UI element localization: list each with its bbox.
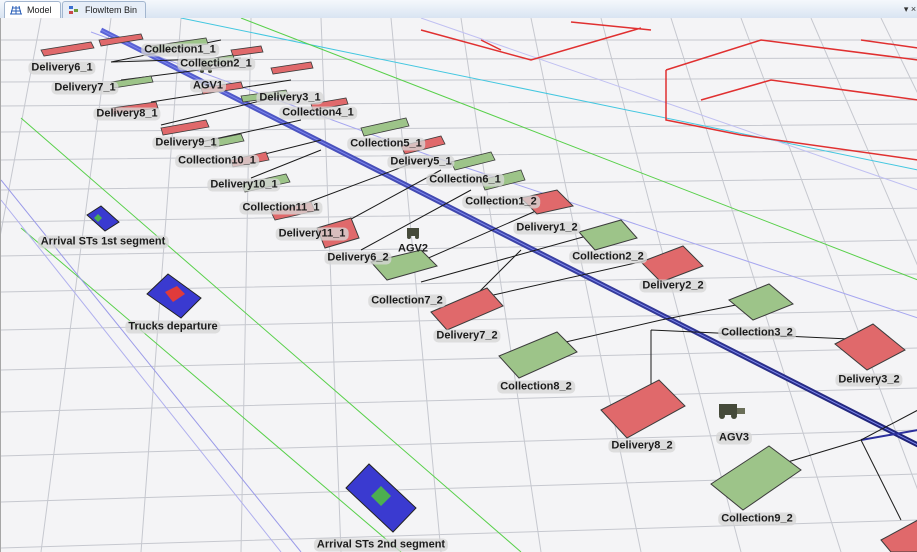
label-delivery5-1: Delivery5_1 [387,155,455,169]
label-delivery8-2: Delivery8_2 [608,439,676,453]
tab-menu-button[interactable]: ▾ × [903,1,917,17]
tab-flowitem-bin[interactable]: FlowItem Bin [62,1,147,18]
label-collection4-1: Collection4_1 [279,106,357,120]
label-collection6-1: Collection6_1 [426,173,504,187]
label-agv3: AGV3 [716,431,752,445]
label-delivery10-1: Delivery10_1 [207,178,281,192]
label-delivery9-1: Delivery9_1 [152,136,220,150]
label-delivery3-1: Delivery3_1 [256,91,324,105]
label-delivery6-2: Delivery6_2 [324,251,392,265]
label-collection2-2: Collection2_2 [569,250,647,264]
label-delivery11-1: Delivery11_1 [275,227,349,241]
label-trucks-departure: Trucks departure [125,320,221,334]
model-3d-view[interactable]: Delivery6_1 Collection1_1 Collection2_1 … [0,18,917,552]
label-collection8-2: Collection8_2 [497,380,575,394]
arrival-1st-plate [86,205,120,232]
document-tab-bar: Model FlowItem Bin ▾ × [0,0,917,19]
grid-model-icon [10,5,22,15]
label-delivery8-1: Delivery8_1 [93,107,161,121]
label-collection3-2: Collection3_2 [718,326,796,340]
label-delivery3-2: Delivery3_2 [835,373,903,387]
flowitem-bin-icon [69,6,78,14]
label-collection1-1: Collection1_1 [141,43,219,57]
label-collection11-1: Collection11_1 [239,201,323,215]
label-arrival-2nd-segment: Arrival STs 2nd segment [313,538,449,552]
label-agv1: AGV1 [190,79,226,93]
tab-flowitem-bin-label: FlowItem Bin [85,5,138,15]
label-collection1-2: Collection1_2 [462,195,540,209]
label-collection5-1: Collection5_1 [347,137,425,151]
tab-model-label: Model [27,5,52,15]
label-delivery6-1: Delivery6_1 [28,61,96,75]
label-delivery7-1: Delivery7_1 [51,81,119,95]
agv3-vehicle [719,404,745,419]
label-collection7-2: Collection7_2 [368,294,446,308]
label-collection2-1: Collection2_1 [177,57,255,71]
label-collection10-1: Collection10_1 [175,154,259,168]
label-delivery7-2: Delivery7_2 [433,329,501,343]
tab-model[interactable]: Model [4,1,61,18]
label-arrival-1st-segment: Arrival STs 1st segment [37,235,169,249]
model-scene [1,18,917,552]
label-delivery2-2: Delivery2_2 [639,279,707,293]
label-collection9-2: Collection9_2 [718,512,796,526]
agv2-vehicle [407,228,419,239]
label-agv2: AGV2 [398,242,428,255]
label-delivery1-2: Delivery1_2 [513,221,581,235]
connection-lines [110,39,917,521]
